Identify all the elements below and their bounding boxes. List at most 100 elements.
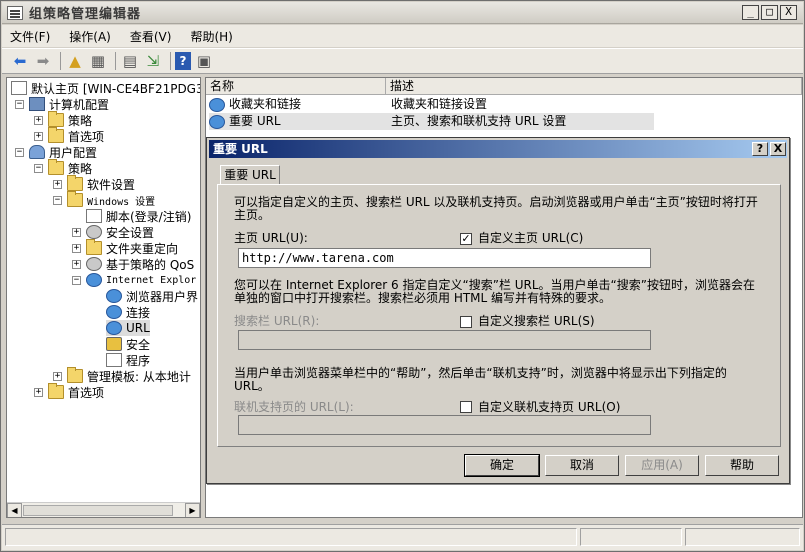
expand-icon[interactable]: + <box>72 243 81 253</box>
expand-icon[interactable]: + <box>72 227 81 237</box>
folder-icon <box>67 367 83 383</box>
tree-computer-preferences[interactable]: + 首选项 <box>34 127 104 144</box>
status-bar <box>2 524 803 550</box>
programs-icon <box>106 353 122 367</box>
ie-icon <box>86 273 102 287</box>
tree-windows-settings[interactable]: − Windows 设置 <box>53 191 155 208</box>
tree-browser-ui[interactable]: 浏览器用户界 <box>106 288 198 304</box>
scroll-left-icon[interactable]: ◀ <box>7 503 22 517</box>
folder-icon <box>67 175 83 191</box>
user-icon <box>29 145 45 159</box>
tree-user-preferences[interactable]: + 首选项 <box>34 383 104 400</box>
support-url-checkbox-label[interactable]: 自定义联机支持页 URL(O) <box>478 401 620 414</box>
list-item[interactable]: 收藏夹和链接 收藏夹和链接设置 <box>209 96 654 113</box>
scroll-thumb[interactable] <box>23 505 173 516</box>
status-pane-3 <box>685 528 801 546</box>
collapse-icon[interactable]: − <box>53 195 62 205</box>
browser-ui-icon <box>106 289 122 303</box>
help-intro-text: 当用户单击浏览器菜单栏中的“帮助”，然后单击“联机支持”时，浏览器中将显示出下列… <box>234 366 727 393</box>
tree-programs[interactable]: 程序 <box>106 352 150 368</box>
folder-icon <box>48 127 64 143</box>
help-icon[interactable]: ? <box>175 52 191 70</box>
back-arrow-icon[interactable]: ⬅ <box>10 51 30 71</box>
scroll-right-icon[interactable]: ▶ <box>185 503 200 517</box>
tree-security-settings[interactable]: + 安全设置 <box>72 224 154 240</box>
column-header-desc[interactable]: 描述 <box>386 78 802 95</box>
policy-doc-icon <box>11 81 27 95</box>
collapse-icon[interactable]: − <box>15 99 24 109</box>
folder-icon <box>48 111 64 127</box>
lock-icon <box>106 337 122 351</box>
search-url-checkbox-label[interactable]: 自定义搜索栏 URL(S) <box>478 315 595 328</box>
tab-important-url[interactable]: 重要 URL <box>220 165 280 184</box>
tree-computer-config[interactable]: − 计算机配置 <box>15 96 109 112</box>
cancel-button[interactable]: 取消 <box>545 455 619 476</box>
menu-file[interactable]: 文件(F) <box>10 28 50 45</box>
export-list-icon[interactable]: ⇲ <box>143 51 163 71</box>
favorites-icon <box>209 97 225 112</box>
collapse-icon[interactable]: − <box>15 147 24 157</box>
list-item[interactable]: 重要 URL 主页、搜索和联机支持 URL 设置 <box>209 113 654 130</box>
home-url-checkbox-label[interactable]: 自定义主页 URL(C) <box>478 232 583 245</box>
folder-icon <box>86 239 102 255</box>
maximize-button[interactable]: □ <box>761 5 778 20</box>
column-header-name[interactable]: 名称 <box>206 78 386 95</box>
help-button[interactable]: 帮助 <box>705 455 779 476</box>
show-tree-icon[interactable]: ▦ <box>88 51 108 71</box>
tree-ie-maintenance[interactable]: − Internet Explor <box>72 272 196 288</box>
url-icon <box>209 114 225 129</box>
search-url-label: 搜索栏 URL(R): <box>234 314 320 328</box>
action-pane-icon[interactable]: ▣ <box>194 51 214 71</box>
tree-admin-templates[interactable]: + 管理模板: 从本地计 <box>53 367 191 384</box>
menu-bar: 文件(F) 操作(A) 查看(V) 帮助(H) <box>2 25 803 47</box>
tree-user-config[interactable]: − 用户配置 <box>15 144 97 160</box>
expand-icon[interactable]: + <box>34 387 43 397</box>
computer-icon <box>29 97 45 111</box>
menu-view[interactable]: 查看(V) <box>130 28 172 45</box>
search-url-checkbox[interactable] <box>460 316 472 328</box>
script-icon <box>86 209 102 223</box>
expand-icon[interactable]: + <box>34 115 43 125</box>
tree-user-policies[interactable]: − 策略 <box>34 159 92 176</box>
collapse-icon[interactable]: − <box>34 163 43 173</box>
tree-url[interactable]: URL <box>106 320 150 336</box>
dialog-close-button[interactable]: X <box>770 142 786 156</box>
expand-icon[interactable]: + <box>53 371 62 381</box>
folder-icon <box>48 383 64 399</box>
ok-button[interactable]: 确定 <box>464 454 540 477</box>
expand-icon[interactable]: + <box>72 259 81 269</box>
tree-connection[interactable]: 连接 <box>106 304 150 320</box>
close-button[interactable]: X <box>780 5 797 20</box>
apply-button[interactable]: 应用(A) <box>625 455 699 476</box>
dialog-help-button[interactable]: ? <box>752 142 768 156</box>
tree-computer-policies[interactable]: + 策略 <box>34 111 92 128</box>
security-icon <box>86 225 102 239</box>
tree-software-settings[interactable]: + 软件设置 <box>53 175 135 192</box>
support-url-field[interactable] <box>238 415 651 435</box>
menu-action[interactable]: 操作(A) <box>69 28 111 45</box>
tree-qos[interactable]: + 基于策略的 QoS <box>72 256 194 272</box>
toolbar: ⬅ ➡ ▲ ▦ ▤ ⇲ ? ▣ <box>2 48 803 74</box>
tree-security[interactable]: 安全 <box>106 336 150 352</box>
home-url-field[interactable]: http://www.tarena.com <box>238 248 651 268</box>
important-urls-dialog: 重要 URL ? X 重要 URL 可以指定自定义的主页、搜索栏 URL 以及联… <box>206 137 790 484</box>
collapse-icon[interactable]: − <box>72 275 81 285</box>
search-url-field[interactable] <box>238 330 651 350</box>
tree-hscrollbar[interactable]: ◀ ▶ <box>7 502 200 517</box>
tree-scripts[interactable]: 脚本(登录/注销) <box>86 208 191 224</box>
tree-root[interactable]: 默认主页 [WIN-CE4BF21PDG3.TA <box>11 80 200 96</box>
window-title: 组策略管理编辑器 <box>29 7 142 22</box>
support-url-checkbox[interactable] <box>460 401 472 413</box>
expand-icon[interactable]: + <box>34 131 43 141</box>
expand-icon[interactable]: + <box>53 179 62 189</box>
properties-icon[interactable]: ▤ <box>120 51 140 71</box>
minimize-button[interactable]: _ <box>742 5 759 20</box>
up-folder-icon[interactable]: ▲ <box>65 51 85 71</box>
home-url-checkbox[interactable]: ✓ <box>460 233 472 245</box>
menu-help[interactable]: 帮助(H) <box>190 28 232 45</box>
search-intro-text: 您可以在 Internet Explorer 6 指定自定义“搜索”栏 URL。… <box>234 278 755 305</box>
forward-arrow-icon[interactable]: ➡ <box>33 51 53 71</box>
tree-folder-redirection[interactable]: + 文件夹重定向 <box>72 239 178 256</box>
support-url-label: 联机支持页的 URL(L): <box>234 400 354 414</box>
status-pane-2 <box>579 528 683 546</box>
